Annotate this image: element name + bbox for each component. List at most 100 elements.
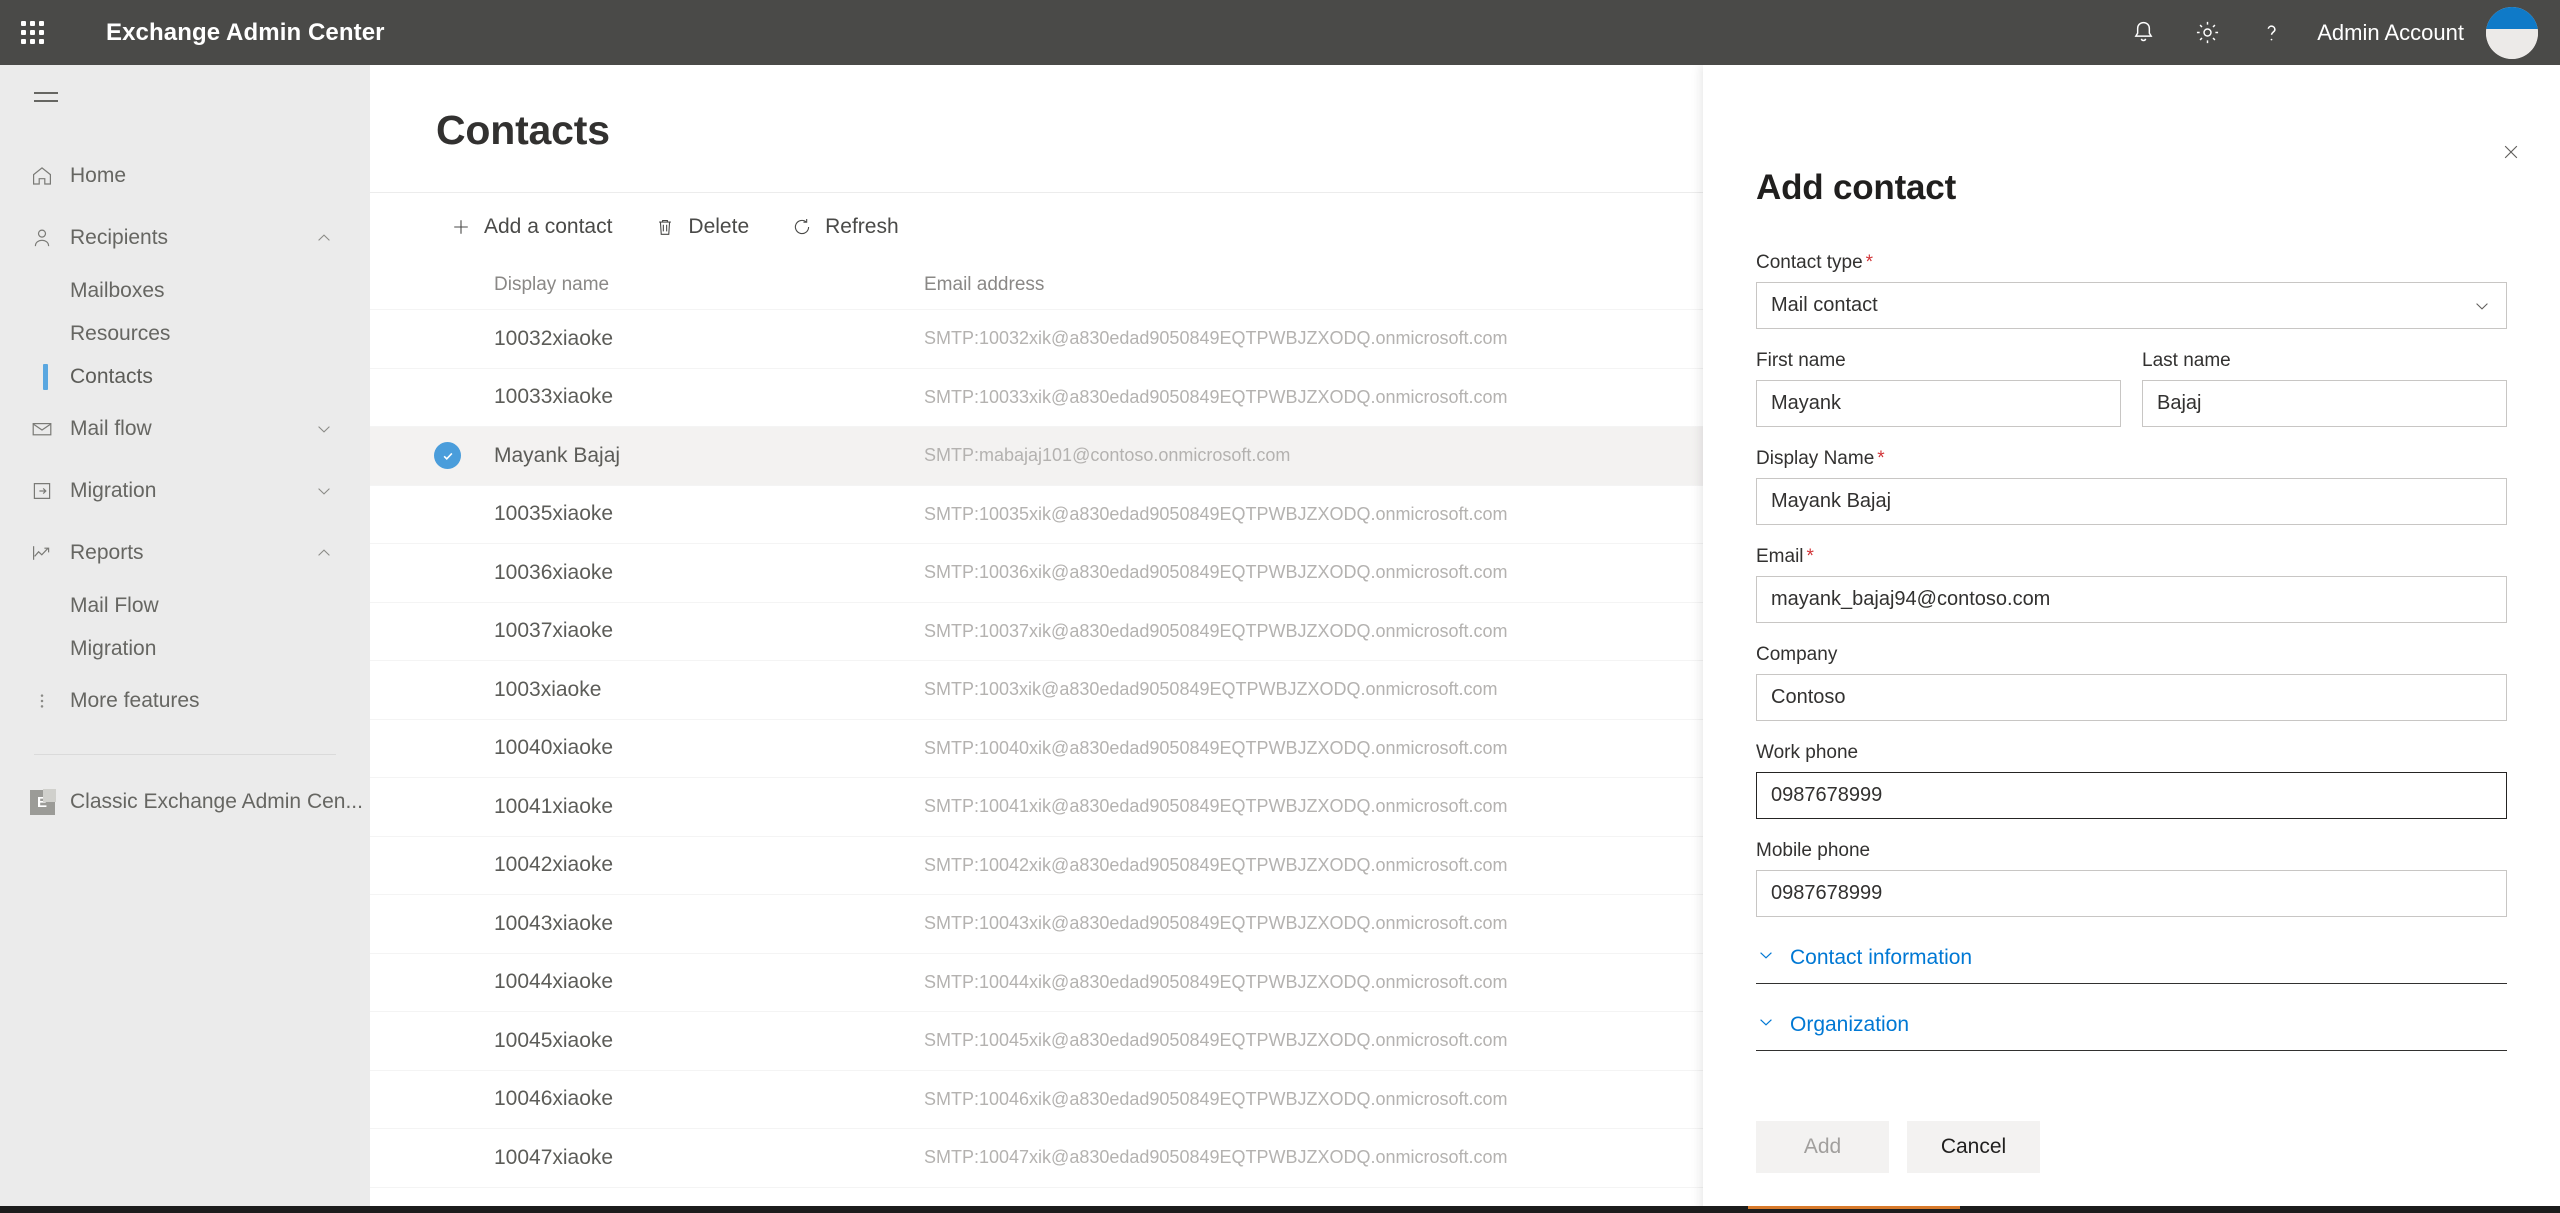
- cell-email-address: SMTP:10044xik@a830edad9050849EQTPWBJZXOD…: [924, 971, 1508, 992]
- email-input[interactable]: [1756, 576, 2507, 623]
- table-row[interactable]: 10036xiaoke SMTP:10036xik@a830edad9050849…: [370, 543, 1703, 602]
- table-row[interactable]: 1003xiaoke SMTP:1003xik@a830edad9050849EQ…: [370, 660, 1703, 719]
- cell-display-name: 10042xiaoke: [494, 853, 614, 877]
- cell-display-name: 10045xiaoke: [494, 1028, 614, 1052]
- chevron-down-icon[interactable]: [314, 481, 334, 501]
- check-circle-icon: [434, 442, 461, 470]
- work-phone-label: Work phone: [1756, 742, 1859, 763]
- settings-button[interactable]: [2175, 0, 2239, 65]
- cell-email-address: SMTP:10041xik@a830edad9050849EQTPWBJZXOD…: [924, 796, 1508, 817]
- sidebar-item-reports[interactable]: Reports: [0, 522, 370, 584]
- help-button[interactable]: [2239, 0, 2303, 65]
- table-row[interactable]: 10032xiaoke SMTP:10032xik@a830edad9050849…: [370, 309, 1703, 368]
- delete-label: Delete: [688, 215, 750, 238]
- contacts-table: Display name Email address 10032xiaoke SM…: [370, 261, 1703, 1213]
- last-name-field: Last name: [2142, 350, 2507, 427]
- sidebar-item-reports-mail-flow[interactable]: Mail Flow: [0, 584, 370, 627]
- add-button[interactable]: Add: [1756, 1121, 1889, 1173]
- delete-button[interactable]: Delete: [638, 207, 765, 247]
- table-row[interactable]: 10047xiaoke SMTP:10047xik@a830edad9050849…: [370, 1128, 1703, 1187]
- sidebar-item-classic-eac[interactable]: E Classic Exchange Admin Cen...: [0, 771, 370, 833]
- sidebar-item-recipients[interactable]: Recipients: [0, 207, 370, 269]
- trash-icon: [659, 219, 672, 235]
- panel-title: Add contact: [1756, 168, 1957, 207]
- add-contact-panel: Add contact Contact type* Mail contact: [1703, 65, 2560, 1213]
- table-row[interactable]: 10035xiaoke SMTP:10035xik@a830edad9050849…: [370, 484, 1703, 544]
- cell-email-address: SMTP:10033xik@a830edad9050849EQTPWBJZXOD…: [924, 386, 1508, 407]
- envelope-icon: [14, 417, 70, 441]
- panel-action-bar: Add Cancel: [1703, 1094, 2560, 1213]
- chevron-up-icon[interactable]: [314, 228, 334, 248]
- table-row[interactable]: 10043xiaoke SMTP:10043xik@a830edad9050849…: [370, 894, 1703, 953]
- table-row[interactable]: 10037xiaoke SMTP:10037xik@a830edad9050849…: [370, 601, 1703, 661]
- table-row[interactable]: 10040xiaoke SMTP:10040xik@a830edad9050849…: [370, 718, 1703, 778]
- sidebar-item-label: Mail flow: [70, 417, 152, 440]
- email-field: Email *: [1756, 546, 2507, 623]
- table-row[interactable]: 10045xiaoke SMTP:10045xik@a830edad9050849…: [370, 1011, 1703, 1070]
- avatar-top-half: [2486, 6, 2538, 29]
- avatar[interactable]: [2486, 6, 2538, 59]
- ellipsis-vertical-icon: [14, 689, 70, 713]
- table-body: 10032xiaoke SMTP:10032xik@a830edad9050849…: [370, 309, 1703, 1213]
- notifications-button[interactable]: [2111, 0, 2175, 65]
- app-launcher-button[interactable]: [0, 0, 64, 65]
- person-icon: [14, 226, 70, 250]
- display-name-field: Display Name *: [1756, 448, 2507, 525]
- sidebar-item-label: Migration: [70, 479, 157, 502]
- table-row[interactable]: 10044xiaoke SMTP:10044xik@a830edad9050849…: [370, 952, 1703, 1012]
- add-a-contact-button[interactable]: Add a contact: [434, 207, 628, 247]
- contact-type-value: Mail contact: [1771, 294, 1878, 316]
- contact-information-section-toggle[interactable]: Contact information: [1756, 945, 2507, 984]
- first-name-input[interactable]: [1756, 380, 2121, 427]
- taskbar-accent-highlight: [1748, 1206, 1960, 1209]
- sidebar-item-mailboxes[interactable]: Mailboxes: [0, 269, 370, 312]
- suite-title: Exchange Admin Center: [106, 18, 385, 46]
- refresh-button[interactable]: Refresh: [775, 207, 915, 247]
- table-row[interactable]: 10042xiaoke SMTP:10042xik@a830edad9050849…: [370, 835, 1703, 895]
- cell-display-name: 10041xiaoke: [494, 794, 614, 818]
- cell-email-address: SMTP:10035xik@a830edad9050849EQTPWBJZXOD…: [924, 503, 1508, 524]
- sidebar-item-home[interactable]: Home: [0, 145, 370, 207]
- contact-type-select[interactable]: Mail contact: [1756, 282, 2507, 329]
- last-name-input[interactable]: [2142, 380, 2507, 427]
- close-panel-button[interactable]: [2490, 131, 2532, 173]
- column-header-display-name[interactable]: Display name: [494, 274, 924, 296]
- work-phone-input[interactable]: [1756, 772, 2507, 819]
- add-contact-form: Contact type * Mail contact First name M…: [1703, 252, 2560, 1051]
- company-label: Company: [1756, 644, 1838, 665]
- refresh-icon: [794, 219, 810, 235]
- sidebar-item-mail-flow[interactable]: Mail flow: [0, 398, 370, 460]
- table-row[interactable]: 10033xiaoke SMTP:10033xik@a830edad9050849…: [370, 367, 1703, 427]
- add-a-contact-label: Add a contact: [484, 215, 613, 238]
- organization-section-toggle[interactable]: Organization: [1756, 1012, 2507, 1051]
- chevron-down-icon: [1756, 945, 1776, 970]
- chevron-down-icon[interactable]: [314, 419, 334, 439]
- sidebar-item-resources[interactable]: Resources: [0, 312, 370, 355]
- nav-toggle-button[interactable]: [14, 65, 78, 129]
- cancel-button[interactable]: Cancel: [1907, 1121, 2040, 1173]
- sidebar-item-more-features[interactable]: More features: [0, 670, 370, 732]
- refresh-label: Refresh: [825, 215, 899, 238]
- company-input[interactable]: [1756, 674, 2507, 721]
- sidebar-item-migration[interactable]: Migration: [0, 460, 370, 522]
- sidebar-item-reports-migration[interactable]: Migration: [0, 627, 370, 670]
- contact-type-field: Contact type * Mail contact: [1756, 252, 2507, 329]
- column-header-email-address[interactable]: Email address: [924, 274, 1703, 296]
- mobile-phone-input[interactable]: [1756, 870, 2507, 917]
- row-select-checkbox[interactable]: [434, 442, 494, 470]
- cell-display-name: 10035xiaoke: [494, 502, 614, 526]
- sidebar-item-label: Resources: [70, 321, 171, 345]
- table-row[interactable]: 10041xiaoke SMTP:10041xik@a830edad9050849…: [370, 777, 1703, 836]
- sidebar-divider: [34, 754, 336, 755]
- cell-email-address: SMTP:10047xik@a830edad9050849EQTPWBJZXOD…: [924, 1147, 1508, 1168]
- migration-icon: [14, 479, 70, 503]
- table-row[interactable]: 10046xiaoke SMTP:10046xik@a830edad9050849…: [370, 1069, 1703, 1129]
- contact-type-label: Contact type *: [1756, 252, 1874, 273]
- question-mark-icon: [2267, 25, 2276, 41]
- display-name-input[interactable]: [1756, 478, 2507, 525]
- sidebar-item-contacts[interactable]: Contacts: [0, 355, 370, 398]
- chevron-up-icon[interactable]: [314, 543, 334, 563]
- cell-display-name: Mayank Bajaj: [494, 443, 621, 467]
- chevron-down-icon: [1756, 1012, 1776, 1037]
- table-row[interactable]: Mayank Bajaj SMTP:mabajaj101@contoso.onmi…: [370, 426, 1703, 485]
